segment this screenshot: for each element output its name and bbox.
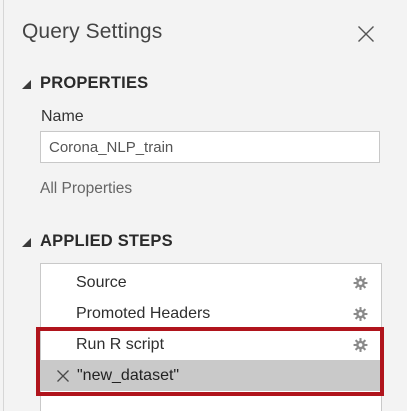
- step-source[interactable]: Source: [41, 267, 381, 298]
- gear-icon[interactable]: [353, 337, 368, 352]
- step-promoted-headers[interactable]: Promoted Headers: [41, 298, 381, 329]
- close-button[interactable]: [352, 20, 380, 48]
- query-settings-pane: Query Settings PROPERTIES Name All Prope…: [0, 0, 407, 411]
- applied-steps-list: Source Promoted Headers Run R script "ne…: [40, 263, 382, 411]
- step-label: Run R script: [76, 335, 165, 353]
- all-properties-link[interactable]: All Properties: [40, 180, 132, 198]
- gear-icon[interactable]: [353, 275, 368, 290]
- step-label: Promoted Headers: [76, 304, 211, 322]
- collapse-triangle-icon: [22, 79, 31, 89]
- pane-border: [3, 0, 4, 411]
- name-label: Name: [41, 108, 84, 125]
- step-new-dataset[interactable]: "new_dataset": [41, 360, 381, 391]
- applied-steps-header-label: APPLIED STEPS: [40, 232, 173, 250]
- gear-icon[interactable]: [353, 306, 368, 321]
- step-run-r-script[interactable]: Run R script: [41, 329, 381, 360]
- step-label: "new_dataset": [77, 366, 180, 384]
- query-name-input[interactable]: [40, 131, 380, 163]
- applied-steps-section-header[interactable]: APPLIED STEPS: [22, 232, 173, 251]
- step-label: Source: [76, 273, 127, 291]
- close-icon: [358, 26, 374, 42]
- properties-header-label: PROPERTIES: [40, 74, 149, 92]
- pane-title: Query Settings: [22, 20, 163, 43]
- delete-step-icon[interactable]: [56, 369, 70, 383]
- properties-section-header[interactable]: PROPERTIES: [22, 74, 148, 93]
- collapse-triangle-icon: [22, 237, 31, 247]
